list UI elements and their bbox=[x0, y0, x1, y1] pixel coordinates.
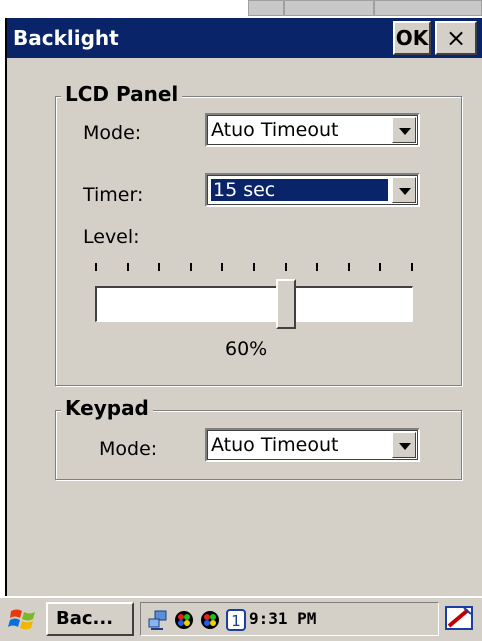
clock[interactable]: 9:31 PM bbox=[249, 609, 316, 628]
lcd-panel-legend: LCD Panel bbox=[61, 82, 183, 106]
top-strip-segment bbox=[374, 0, 482, 16]
timer-value: 15 sec bbox=[210, 178, 389, 202]
level-tick bbox=[127, 263, 129, 271]
input-mode-label: 1 bbox=[231, 612, 241, 630]
backlight-window: Backlight OK × LCD Panel Mode: Atuo Time… bbox=[7, 18, 482, 596]
level-slider-track[interactable] bbox=[95, 286, 413, 322]
keypad-mode-value: Atuo Timeout bbox=[211, 434, 339, 456]
color-wheel-icon[interactable] bbox=[173, 609, 195, 631]
keypad-mode-dropdown[interactable]: Atuo Timeout bbox=[205, 428, 420, 462]
timer-label: Timer: bbox=[83, 184, 144, 206]
top-strip-segment bbox=[284, 0, 374, 16]
level-tick bbox=[221, 263, 223, 271]
windows-start-icon[interactable] bbox=[8, 603, 40, 635]
ok-button[interactable]: OK bbox=[393, 21, 431, 55]
level-tick bbox=[253, 263, 255, 271]
level-tick bbox=[379, 263, 381, 271]
lcd-mode-label: Mode: bbox=[83, 122, 142, 144]
level-tick bbox=[316, 263, 318, 271]
keypad-legend: Keypad bbox=[61, 396, 153, 420]
close-button[interactable]: × bbox=[435, 21, 477, 55]
level-tick bbox=[348, 263, 350, 271]
chevron-down-icon[interactable] bbox=[392, 432, 416, 458]
lcd-mode-value: Atuo Timeout bbox=[211, 119, 339, 141]
color-wheel-icon[interactable] bbox=[199, 609, 221, 631]
chevron-down-icon[interactable] bbox=[392, 177, 416, 203]
network-icon[interactable] bbox=[147, 609, 169, 631]
timer-dropdown[interactable]: 15 sec bbox=[205, 173, 420, 207]
system-tray: 1 9:31 PM bbox=[140, 602, 439, 636]
level-tick-marks bbox=[95, 263, 415, 273]
level-tick bbox=[95, 263, 97, 271]
top-strip-segment bbox=[248, 0, 284, 16]
task-button-backlight[interactable]: Bac... bbox=[46, 602, 134, 636]
title-bar: Backlight OK × bbox=[7, 18, 482, 58]
level-percent: 60% bbox=[225, 338, 268, 360]
top-strip bbox=[0, 0, 482, 18]
level-slider-thumb[interactable] bbox=[276, 279, 296, 329]
input-mode-icon[interactable]: 1 bbox=[225, 609, 247, 631]
keyboard-sip-icon[interactable] bbox=[444, 604, 476, 634]
keypad-mode-label: Mode: bbox=[99, 438, 158, 460]
level-label: Level: bbox=[83, 226, 140, 248]
level-tick bbox=[411, 263, 413, 271]
taskbar: Bac... 1 9:31 PM bbox=[0, 596, 482, 641]
chevron-down-icon[interactable] bbox=[392, 117, 416, 143]
level-tick bbox=[285, 263, 287, 271]
lcd-mode-dropdown[interactable]: Atuo Timeout bbox=[205, 113, 420, 147]
level-tick bbox=[190, 263, 192, 271]
window-title: Backlight bbox=[13, 26, 119, 50]
level-tick bbox=[158, 263, 160, 271]
left-edge bbox=[0, 18, 7, 596]
